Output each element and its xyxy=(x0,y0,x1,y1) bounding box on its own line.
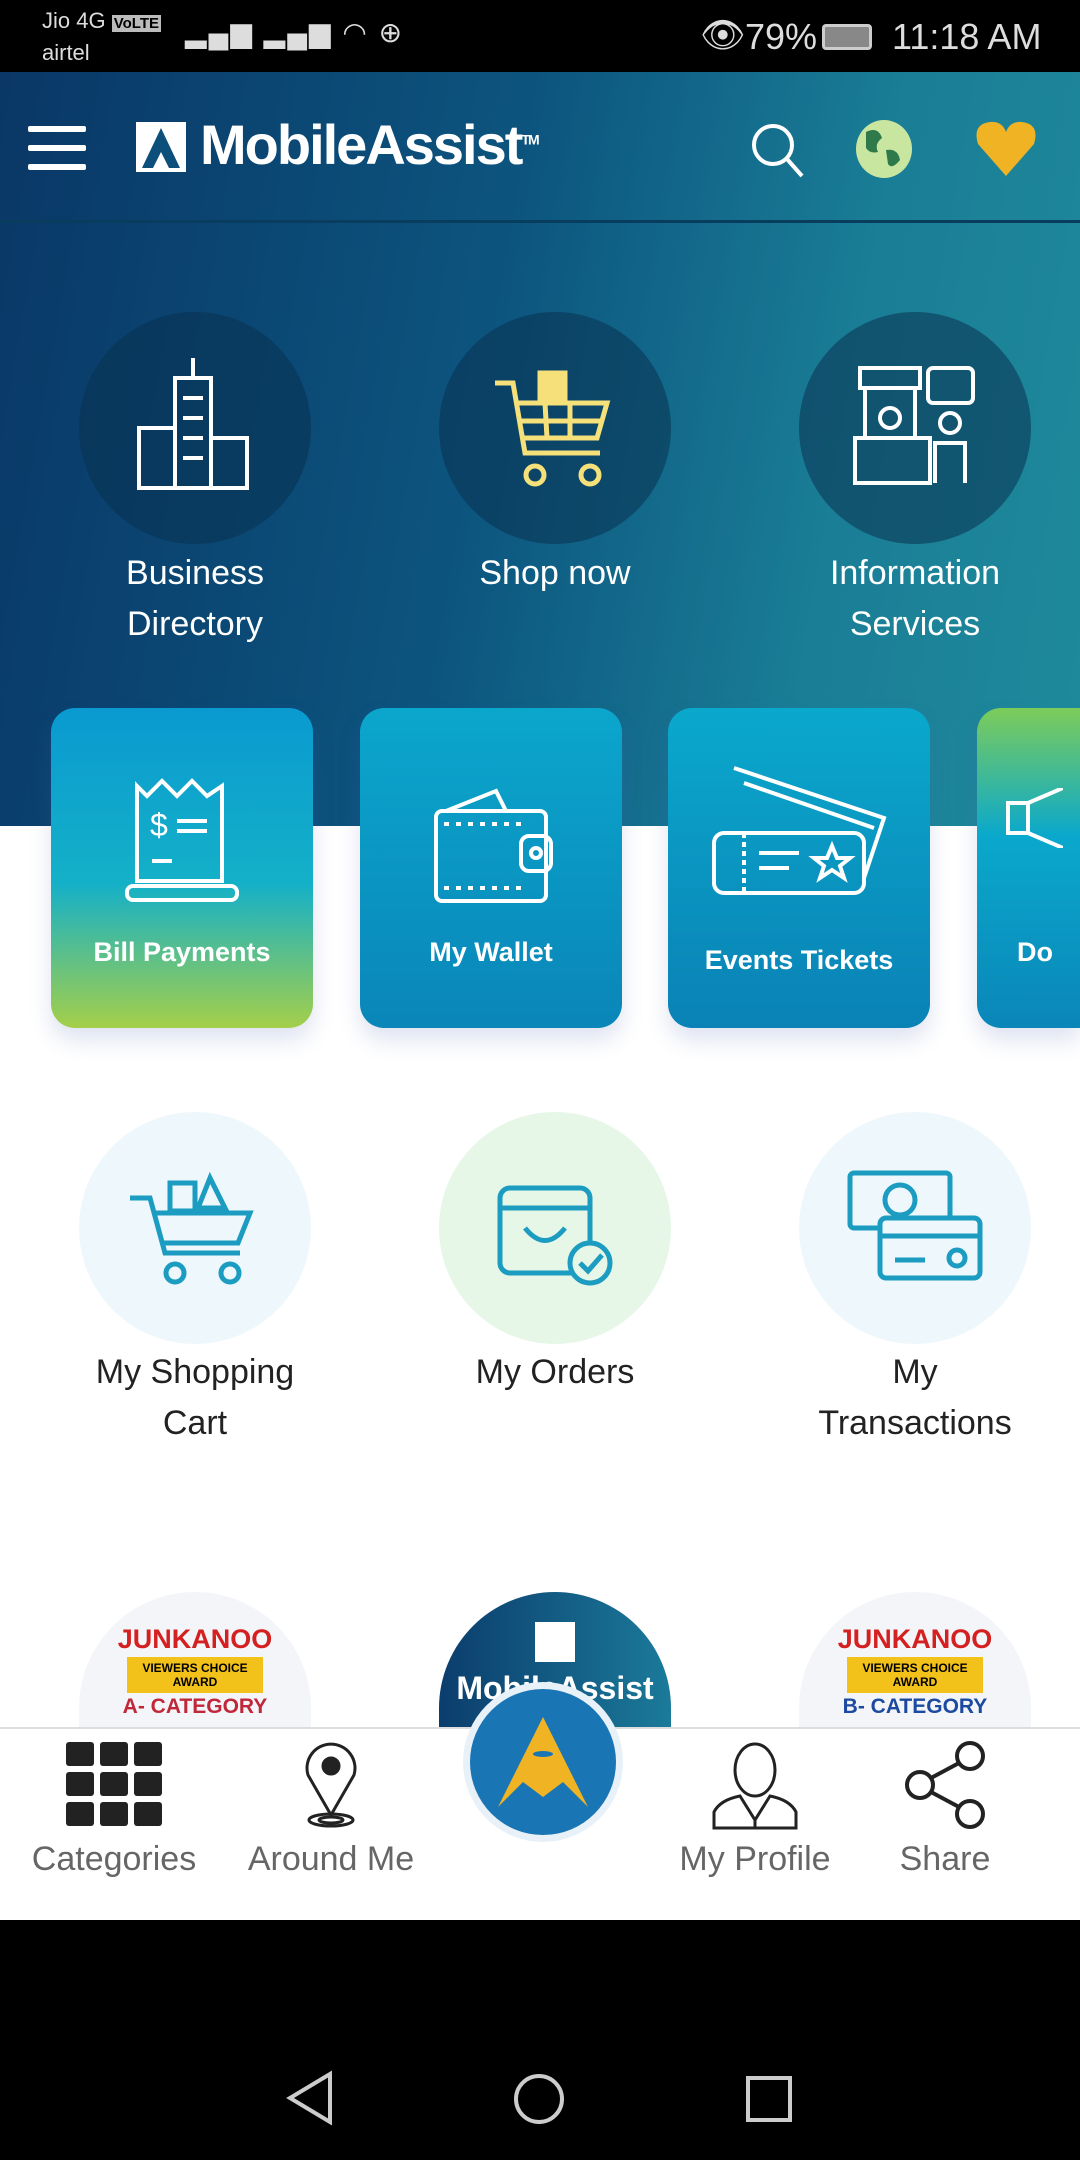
home-icon[interactable] xyxy=(512,2072,566,2126)
my-wallet-label: My Wallet xyxy=(429,937,553,967)
transactions-icon xyxy=(847,1170,983,1281)
recents-icon[interactable] xyxy=(744,2074,794,2124)
shop-now-label: Shop now xyxy=(479,554,631,592)
system-nav-bar xyxy=(0,1920,1080,2160)
carrier-2: airtel xyxy=(42,40,90,65)
my-shopping-cart-button[interactable] xyxy=(79,1112,311,1344)
cart-icon xyxy=(495,370,611,487)
back-icon[interactable] xyxy=(285,2070,335,2126)
banner-title: JUNKANOO xyxy=(837,1624,993,1654)
building-icon xyxy=(137,358,249,490)
nav-label: My Profile xyxy=(679,1840,831,1878)
location-pin-icon xyxy=(305,1742,357,1828)
share-icon xyxy=(905,1741,985,1829)
signal-wifi-icons: ▂▄▆ ▂▄▆ ◠ ⊕ xyxy=(185,17,405,48)
logo-mark-icon xyxy=(136,122,186,172)
profile-icon xyxy=(712,1742,798,1830)
orders-bag-icon xyxy=(497,1185,613,1286)
business-directory-button[interactable] xyxy=(79,312,311,544)
home-center-button[interactable] xyxy=(463,1682,623,1842)
information-services-button[interactable] xyxy=(799,312,1031,544)
bill-payments-card[interactable]: $ Bill Payments xyxy=(51,708,313,1028)
menu-icon[interactable] xyxy=(28,126,86,170)
logo-mark-icon xyxy=(535,1622,575,1662)
carrier-1: Jio 4G VoLTE xyxy=(42,8,161,33)
eye-icon: 👁 xyxy=(700,14,746,55)
favorites-heart-icon[interactable] xyxy=(974,118,1038,183)
grid-icon xyxy=(66,1742,162,1826)
mobileassist-logo-icon xyxy=(498,1717,588,1807)
nav-around-me[interactable]: Around Me xyxy=(231,1740,431,1879)
bill-payments-label: Bill Payments xyxy=(93,937,271,967)
banner-category: B- CATEGORY xyxy=(842,1695,988,1718)
my-transactions-button[interactable] xyxy=(799,1112,1031,1344)
nav-share[interactable]: Share xyxy=(845,1740,1045,1879)
banner-category: A- CATEGORY xyxy=(122,1695,268,1718)
banner-title: JUNKANOO xyxy=(117,1624,273,1654)
app-logo: MobileAssistTM xyxy=(200,113,540,176)
events-tickets-label: Events Tickets xyxy=(704,945,894,975)
battery-percent: 79% xyxy=(745,16,818,57)
header-divider xyxy=(0,220,1080,223)
search-icon[interactable] xyxy=(748,120,808,185)
donate-card[interactable]: Do xyxy=(977,708,1080,1028)
junkanoo-award-a-banner[interactable]: JUNKANOO VIEWERS CHOICE AWARD A- CATEGOR… xyxy=(79,1592,311,1727)
nav-label: Categories xyxy=(31,1840,197,1878)
wallet-icon xyxy=(434,788,553,903)
info-desk-icon xyxy=(853,366,975,485)
my-orders-label: My Orders xyxy=(475,1353,635,1391)
information-services-label: Information Services xyxy=(829,554,1001,643)
nav-categories[interactable]: Categories xyxy=(14,1740,214,1879)
nav-label: Around Me xyxy=(247,1840,415,1878)
status-bar: Jio 4G VoLTE airtel ▂▄▆ ▂▄▆ ◠ ⊕ 👁 79% 11… xyxy=(0,0,1080,72)
shop-now-button[interactable] xyxy=(439,312,671,544)
my-wallet-card[interactable]: My Wallet xyxy=(360,708,622,1028)
receipt-icon: $ xyxy=(125,778,239,902)
business-directory-label: Business Directory xyxy=(126,554,264,643)
events-tickets-card[interactable]: Events Tickets xyxy=(668,708,930,1028)
clock: 11:18 AM xyxy=(892,16,1042,57)
my-transactions-label: My Transactions xyxy=(818,1353,1012,1442)
nav-my-profile[interactable]: My Profile xyxy=(655,1740,855,1879)
donate-label: Do xyxy=(1017,937,1053,967)
my-orders-button[interactable] xyxy=(439,1112,671,1344)
banner-award: VIEWERS CHOICE AWARD xyxy=(847,1657,983,1693)
my-shopping-cart-label: My Shopping Cart xyxy=(95,1353,295,1442)
svg-text:$: $ xyxy=(150,807,168,843)
globe-icon[interactable] xyxy=(856,120,912,178)
junkanoo-award-b-banner[interactable]: JUNKANOO VIEWERS CHOICE AWARD B- CATEGOR… xyxy=(799,1592,1031,1727)
nav-label: Share xyxy=(899,1840,991,1878)
tickets-icon xyxy=(712,766,887,895)
shopping-cart-icon xyxy=(130,1171,254,1285)
megaphone-icon xyxy=(1006,788,1063,848)
battery-icon xyxy=(822,24,872,50)
banner-award: VIEWERS CHOICE AWARD xyxy=(127,1657,263,1693)
